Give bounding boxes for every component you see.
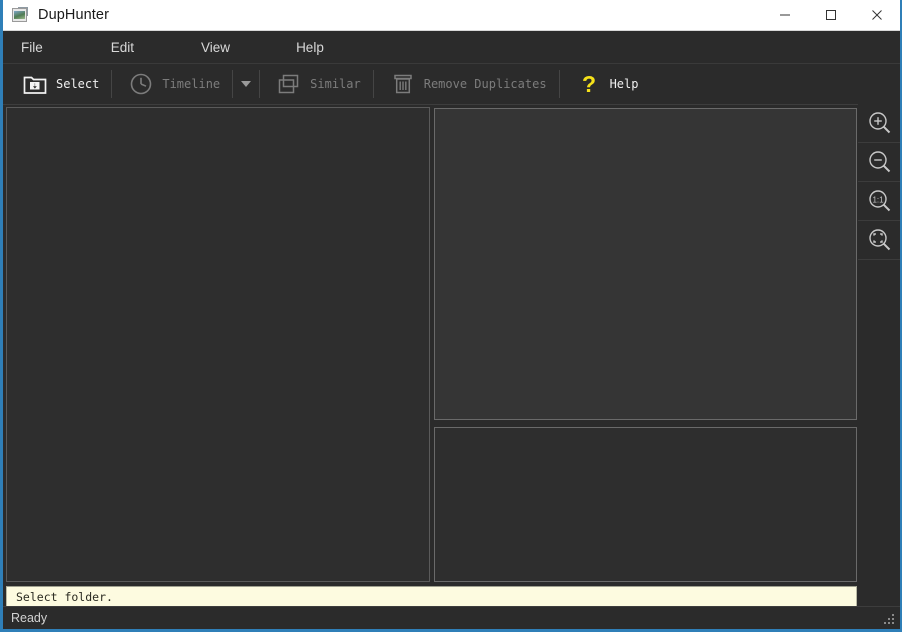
minimize-icon[interactable] [762,0,808,30]
toolbar: Select Timeline Similar [3,64,900,105]
menu-item-file[interactable]: File [11,35,53,60]
menu-bar: File Edit View Help [3,31,900,64]
menu-item-view[interactable]: View [191,35,240,60]
file-list-panel[interactable] [6,107,430,582]
menu-item-help[interactable]: Help [286,35,334,60]
zoom-out-button[interactable] [858,143,902,182]
toolbar-separator [111,70,112,98]
zoom-fit-button[interactable] [858,221,902,260]
toolbar-separator [559,70,560,98]
toolbar-separator [373,70,374,98]
clock-icon [128,71,154,97]
application-window: DupHunter File Edit View Help [0,0,902,632]
similar-button[interactable]: Similar [267,67,370,101]
window-title: DupHunter [38,7,109,23]
select-button-label: Select [56,77,99,91]
status-text: Ready [11,611,47,625]
maximize-icon[interactable] [808,0,854,30]
timeline-dropdown-arrow[interactable] [236,67,256,101]
remove-duplicates-button-label: Remove Duplicates [424,77,547,91]
zoom-fit-icon [866,226,894,254]
help-button[interactable]: ? Help [567,67,648,101]
title-bar: DupHunter [3,0,900,31]
select-button[interactable]: Select [13,67,108,101]
timeline-button-label: Timeline [162,77,220,91]
trash-icon [390,71,416,97]
photo-stack-icon [276,71,302,97]
hint-text: Select folder. [16,590,113,604]
zoom-toolbar: 1:1 [858,104,902,260]
status-bar: Ready [3,606,900,629]
resize-grip-icon[interactable] [884,614,896,626]
question-mark-icon: ? [576,71,602,97]
help-button-label: Help [610,77,639,91]
svg-text:?: ? [582,71,596,97]
folder-download-icon [22,71,48,97]
chevron-down-icon [241,81,251,87]
svg-text:1:1: 1:1 [872,196,884,205]
details-panel[interactable] [434,427,857,582]
similar-button-label: Similar [310,77,361,91]
zoom-in-button[interactable] [858,104,902,143]
close-icon[interactable] [854,0,900,30]
timeline-button[interactable]: Timeline [119,67,229,101]
zoom-in-icon [866,109,894,137]
menu-item-edit[interactable]: Edit [101,35,144,60]
photo-stack-icon [12,7,29,23]
hint-bar: Select folder. [6,586,857,608]
zoom-out-icon [866,148,894,176]
window-controls [762,0,900,30]
toolbar-separator [232,70,233,98]
zoom-actual-size-button[interactable]: 1:1 [858,182,902,221]
image-preview-panel[interactable] [434,108,857,420]
remove-duplicates-button[interactable]: Remove Duplicates [381,67,556,101]
zoom-actual-size-icon: 1:1 [866,187,894,215]
toolbar-separator [259,70,260,98]
